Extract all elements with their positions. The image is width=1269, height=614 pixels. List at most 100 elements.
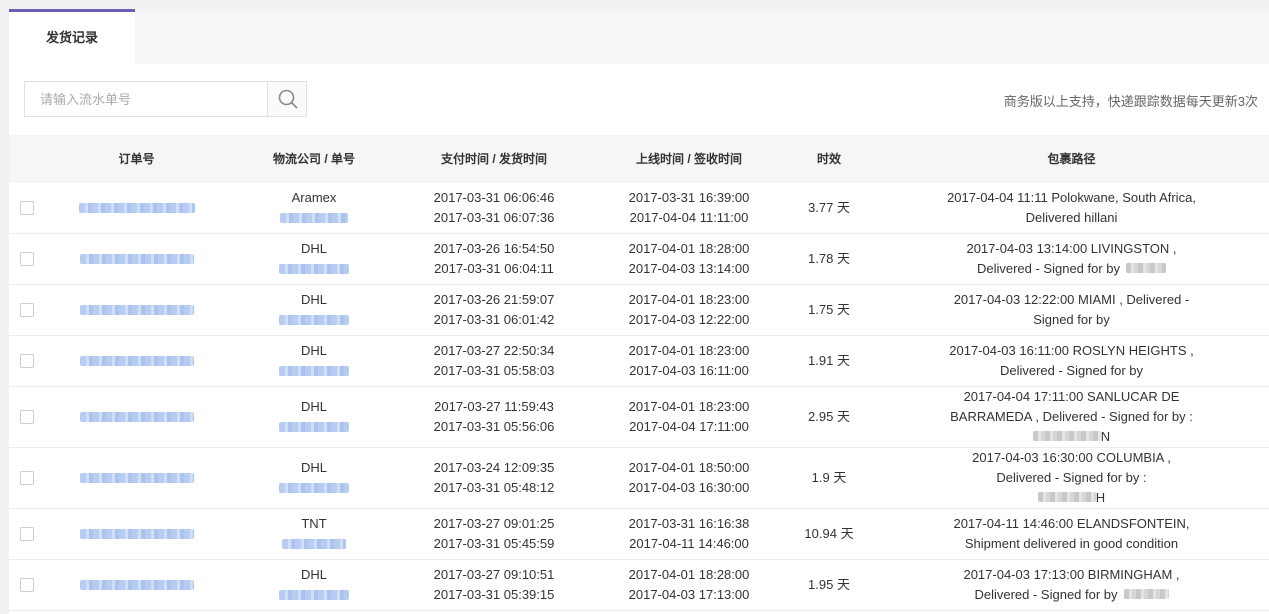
order-number-link[interactable] xyxy=(79,580,194,590)
tab-shipping-records[interactable]: 发货记录 xyxy=(9,9,135,64)
carrier-cell: Aramex xyxy=(244,183,384,233)
pay-time: 2017-03-26 16:54:50 xyxy=(433,241,555,256)
pay-ship-time-cell: 2017-03-27 09:10:51 2017-03-31 05:39:15 xyxy=(409,560,579,610)
ship-time: 2017-03-31 06:04:11 xyxy=(434,261,554,276)
tracking-number-link[interactable] xyxy=(280,213,348,223)
package-route-cell: 2017-04-03 17:13:00 BIRMINGHAM , Delivere… xyxy=(889,560,1254,610)
online-signed-time-cell: 2017-04-01 18:23:00 2017-04-03 16:11:00 xyxy=(604,336,774,386)
order-number-cell xyxy=(64,285,209,335)
table-row: DHL 2017-03-27 11:59:43 2017-03-31 05:56:0… xyxy=(9,387,1269,448)
order-number-cell xyxy=(64,509,209,559)
duration-cell: 1.95 天 xyxy=(789,560,869,610)
order-number-link[interactable] xyxy=(79,305,194,315)
route-line: Signed for by xyxy=(1033,312,1110,327)
order-number-link[interactable] xyxy=(79,254,194,264)
row-checkbox[interactable] xyxy=(20,470,34,485)
recipient-name-redacted xyxy=(1126,263,1167,273)
route-line: 2017-04-03 12:22:00 MIAMI , Delivered - xyxy=(953,292,1190,307)
carrier-name: TNT xyxy=(301,516,327,531)
online-signed-time-cell: 2017-04-01 18:50:00 2017-04-03 16:30:00 xyxy=(604,448,774,508)
tracking-number-search-input[interactable] xyxy=(25,82,267,116)
pay-time: 2017-03-24 12:09:35 xyxy=(433,460,555,475)
carrier-cell: DHL xyxy=(244,336,384,386)
package-route-cell: 2017-04-03 16:11:00 ROSLYN HEIGHTS , Deli… xyxy=(889,336,1254,386)
carrier-name: DHL xyxy=(300,567,327,582)
route-line: BARRAMEDA , Delivered - Signed for by : xyxy=(950,409,1193,424)
carrier-cell: DHL xyxy=(244,560,384,610)
tab-bar: 发货记录 xyxy=(9,9,1269,64)
order-number-link[interactable] xyxy=(79,412,194,422)
order-number-cell xyxy=(64,336,209,386)
online-time: 2017-04-01 18:28:00 xyxy=(628,241,750,256)
pay-ship-time-cell: 2017-03-27 22:50:34 2017-03-31 05:58:03 xyxy=(409,336,579,386)
row-checkbox[interactable] xyxy=(20,526,34,541)
row-checkbox[interactable] xyxy=(20,353,34,368)
row-checkbox[interactable] xyxy=(20,409,34,424)
search-button[interactable] xyxy=(267,82,306,116)
online-signed-time-cell: 2017-04-01 18:23:00 2017-04-04 17:11:00 xyxy=(604,387,774,447)
tracking-number-link[interactable] xyxy=(279,483,349,493)
column-package-route: 包裹路径 xyxy=(1047,152,1096,166)
table-row: TNT 2017-03-27 09:01:25 2017-03-31 05:45:5… xyxy=(9,509,1269,560)
route-line: Delivered - Signed for by : xyxy=(996,470,1147,485)
column-duration: 时效 xyxy=(816,152,841,166)
order-number-link[interactable] xyxy=(79,529,194,539)
duration-value: 1.91 天 xyxy=(808,353,850,368)
ship-time: 2017-03-31 05:58:03 xyxy=(433,363,555,378)
package-route-cell: 2017-04-03 12:22:00 MIAMI , Delivered - S… xyxy=(889,285,1254,335)
search-box xyxy=(24,81,307,117)
duration-value: 1.75 天 xyxy=(808,302,850,317)
search-icon xyxy=(278,89,298,109)
order-number-link[interactable] xyxy=(79,356,194,366)
carrier-name: DHL xyxy=(300,343,327,358)
route-line: Delivered - Signed for by xyxy=(976,261,1121,276)
pay-time: 2017-03-27 11:59:43 xyxy=(434,399,554,414)
online-time: 2017-04-01 18:23:00 xyxy=(628,292,750,307)
pay-ship-time-cell: 2017-03-31 06:06:46 2017-03-31 06:07:36 xyxy=(409,183,579,233)
signed-time: 2017-04-11 14:46:00 xyxy=(629,536,749,551)
signed-time: 2017-04-04 11:11:00 xyxy=(629,210,749,225)
row-checkbox[interactable] xyxy=(20,577,34,592)
order-number-link[interactable] xyxy=(78,203,195,213)
tracking-number-link[interactable] xyxy=(279,264,349,274)
tracking-number-link[interactable] xyxy=(279,422,349,432)
row-checkbox[interactable] xyxy=(20,302,34,317)
tracking-number-link[interactable] xyxy=(279,315,349,325)
tracking-number-link[interactable] xyxy=(279,590,349,600)
recipient-name-redacted xyxy=(1037,492,1096,502)
carrier-name: Aramex xyxy=(291,190,337,205)
tracking-number-link[interactable] xyxy=(279,366,349,376)
package-route-cell: 2017-04-03 16:30:00 COLUMBIA , Delivered … xyxy=(889,448,1254,508)
pay-ship-time-cell: 2017-03-26 16:54:50 2017-03-31 06:04:11 xyxy=(409,234,579,284)
recipient-name-redacted xyxy=(1032,431,1101,441)
signed-time: 2017-04-03 17:13:00 xyxy=(628,587,750,602)
signed-time: 2017-04-03 16:30:00 xyxy=(628,480,750,495)
column-online-signed-time: 上线时间 / 签收时间 xyxy=(635,152,742,166)
row-checkbox[interactable] xyxy=(20,200,34,215)
tracking-number-link[interactable] xyxy=(282,539,346,549)
duration-cell: 1.9 天 xyxy=(789,448,869,508)
duration-cell: 2.95 天 xyxy=(789,387,869,447)
table-row: DHL 2017-03-26 16:54:50 2017-03-31 06:04:1… xyxy=(9,234,1269,285)
duration-cell: 1.78 天 xyxy=(789,234,869,284)
ship-time: 2017-03-31 05:56:06 xyxy=(433,419,555,434)
online-time: 2017-04-01 18:50:00 xyxy=(628,460,750,475)
table-row: DHL 2017-03-27 09:10:51 2017-03-31 05:39:1… xyxy=(9,560,1269,611)
pay-time: 2017-03-31 06:06:46 xyxy=(433,190,555,205)
recipient-name-redacted xyxy=(1123,589,1169,599)
order-number-cell xyxy=(64,183,209,233)
signed-time: 2017-04-04 17:11:00 xyxy=(629,419,749,434)
table-row: DHL 2017-03-27 22:50:34 2017-03-31 05:58:0… xyxy=(9,336,1269,387)
duration-value: 10.94 天 xyxy=(804,526,854,541)
pay-ship-time-cell: 2017-03-27 11:59:43 2017-03-31 05:56:06 xyxy=(409,387,579,447)
row-checkbox[interactable] xyxy=(20,251,34,266)
pay-time: 2017-03-27 22:50:34 xyxy=(433,343,555,358)
online-time: 2017-04-01 18:23:00 xyxy=(628,399,750,414)
signed-time: 2017-04-03 12:22:00 xyxy=(628,312,750,327)
route-line: N xyxy=(1100,429,1111,444)
order-number-link[interactable] xyxy=(79,473,194,483)
online-time: 2017-03-31 16:39:00 xyxy=(628,190,750,205)
online-time: 2017-04-01 18:28:00 xyxy=(628,567,750,582)
table-row: DHL 2017-03-24 12:09:35 2017-03-31 05:48:1… xyxy=(9,448,1269,509)
signed-time: 2017-04-03 13:14:00 xyxy=(628,261,750,276)
